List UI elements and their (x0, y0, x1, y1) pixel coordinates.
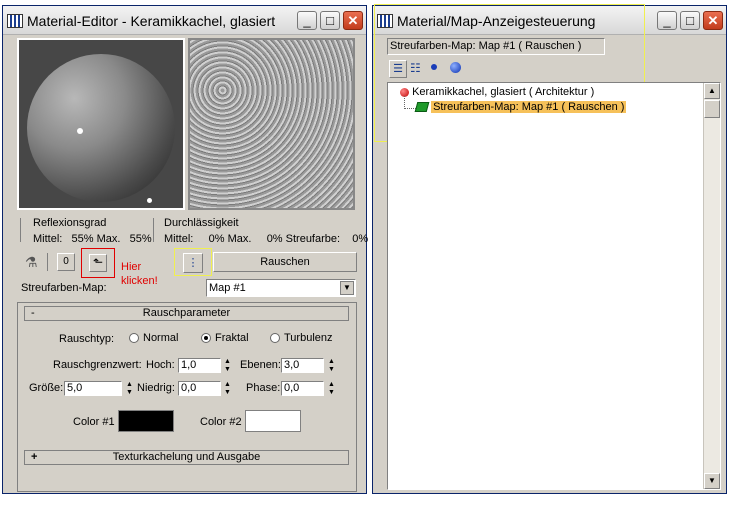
phase-label: Phase: (246, 382, 281, 394)
size-spinner[interactable]: ▲ ▼ (125, 381, 134, 397)
collapse-toggle[interactable]: - (31, 307, 35, 320)
levels-field[interactable]: 3,0 (281, 358, 324, 373)
navigator-icon: ⋮ (187, 257, 199, 269)
transparency-values: Mittel: 0% Max. 0% Streufarbe: 0% (164, 233, 369, 245)
tree-item-diffuse-map[interactable]: Streufarben-Map: Map #1 ( Rauschen ) (414, 101, 627, 113)
expand-toggle[interactable]: + (31, 451, 37, 464)
radio-label: Normal (143, 332, 179, 344)
separator (20, 218, 21, 242)
high-field[interactable]: 1,0 (178, 358, 221, 373)
scroll-up-button[interactable]: ▲ (704, 83, 720, 99)
material-map-navigator-button[interactable]: ⋮ (183, 253, 203, 273)
threshold-label: Rauschgrenzwert: (53, 359, 142, 371)
size-field[interactable]: 5,0 (64, 381, 122, 396)
reflection-label: Reflexionsgrad (33, 217, 107, 229)
map-name-select[interactable]: Map #1 ▼ (206, 279, 356, 297)
specular-highlight (147, 198, 152, 203)
map-type-button[interactable]: Rauschen (213, 252, 357, 272)
low-spinner[interactable]: ▲ ▼ (223, 381, 232, 397)
title-bar[interactable]: Material-Editor - Keramikkachel, glasier… (3, 6, 366, 35)
radio-button[interactable] (129, 333, 139, 344)
color1-label: Color #1 (73, 416, 115, 428)
material-editor-window: Material-Editor - Keramikkachel, glasier… (2, 5, 369, 494)
go-to-parent-icon: ⬑ (92, 255, 104, 269)
vertical-scrollbar[interactable]: ▲ ▼ (703, 83, 720, 489)
reflection-values: Mittel: 55% Max. 55% (33, 233, 152, 245)
viewport-icon: 0 (63, 256, 69, 267)
maximize-button[interactable]: □ (320, 11, 340, 30)
radio-button[interactable] (270, 333, 280, 344)
show-map-in-viewport-button[interactable]: 0 (57, 253, 75, 271)
window-title: Material-Editor - Keramikkachel, glasier… (27, 13, 276, 29)
go-to-parent-button[interactable]: ⬑ (89, 254, 107, 272)
color2-label: Color #2 (200, 416, 242, 428)
minimize-button[interactable]: _ (297, 11, 317, 30)
hint-text-line2: klicken! (121, 275, 158, 287)
sample-slot-sphere[interactable] (17, 38, 185, 210)
tree-item-material[interactable]: Keramikkachel, glasiert ( Architektur ) (400, 86, 594, 98)
specular-highlight (77, 128, 83, 134)
radio-normal[interactable]: Normal (129, 332, 178, 344)
noise-sphere (27, 54, 175, 202)
close-button[interactable]: ✕ (703, 11, 723, 30)
maximize-button[interactable]: □ (680, 11, 700, 30)
tree-item-label-selected: Streufarben-Map: Map #1 ( Rauschen ) (431, 101, 627, 113)
levels-spinner[interactable]: ▲ ▼ (327, 358, 336, 374)
dropdown-arrow-icon[interactable]: ▼ (340, 281, 354, 295)
radio-fraktal[interactable]: Fraktal (201, 332, 249, 344)
sample-slot-noise[interactable] (188, 38, 355, 210)
noise-parameters-header[interactable]: - Rauschparameter (24, 306, 349, 321)
low-field[interactable]: 0,0 (178, 381, 221, 396)
close-button[interactable]: ✕ (343, 11, 363, 30)
color2-swatch[interactable] (245, 410, 301, 432)
phase-spinner[interactable]: ▲ ▼ (327, 381, 336, 397)
minimize-button[interactable]: _ (657, 11, 677, 30)
separator (153, 218, 154, 242)
tree-item-label: Keramikkachel, glasiert ( Architektur ) (412, 86, 595, 98)
color1-swatch[interactable] (118, 410, 174, 432)
size-label: Größe: (29, 382, 64, 394)
scroll-down-button[interactable]: ▼ (704, 473, 720, 489)
radio-label: Turbulenz (284, 332, 333, 344)
tree-view[interactable]: Keramikkachel, glasiert ( Architektur ) … (387, 82, 721, 490)
map-name-value: Map #1 (209, 282, 246, 294)
radio-turbulenz[interactable]: Turbulenz (270, 332, 333, 344)
scroll-thumb[interactable] (704, 100, 720, 118)
hint-text-line1: Hier (121, 261, 142, 273)
map-label: Streufarben-Map: (21, 282, 107, 294)
levels-label: Ebenen: (240, 359, 281, 371)
radio-button[interactable] (201, 333, 211, 344)
transparency-label: Durchlässigkeit (164, 217, 239, 229)
radio-label: Fraktal (215, 332, 249, 344)
phase-field[interactable]: 0,0 (281, 381, 324, 396)
section-title: Texturkachelung und Ausgabe (112, 451, 261, 463)
low-label: Niedrig: (137, 382, 175, 394)
high-label: Hoch: (146, 359, 175, 371)
green-map-icon (414, 102, 430, 113)
window-icon (7, 14, 23, 28)
section-title: Rauschparameter (142, 307, 231, 319)
material-map-navigator-window: Material/Map-Anzeigesteuerung _ □ ✕ Stre… (372, 4, 727, 494)
noise-type-label: Rauschtyp: (59, 333, 115, 345)
high-spinner[interactable]: ▲ ▼ (223, 358, 232, 374)
texture-tiling-header[interactable]: + Texturkachelung und Ausgabe (24, 450, 349, 465)
pick-material-icon[interactable]: ⚗ (25, 254, 38, 271)
separator (47, 253, 48, 271)
